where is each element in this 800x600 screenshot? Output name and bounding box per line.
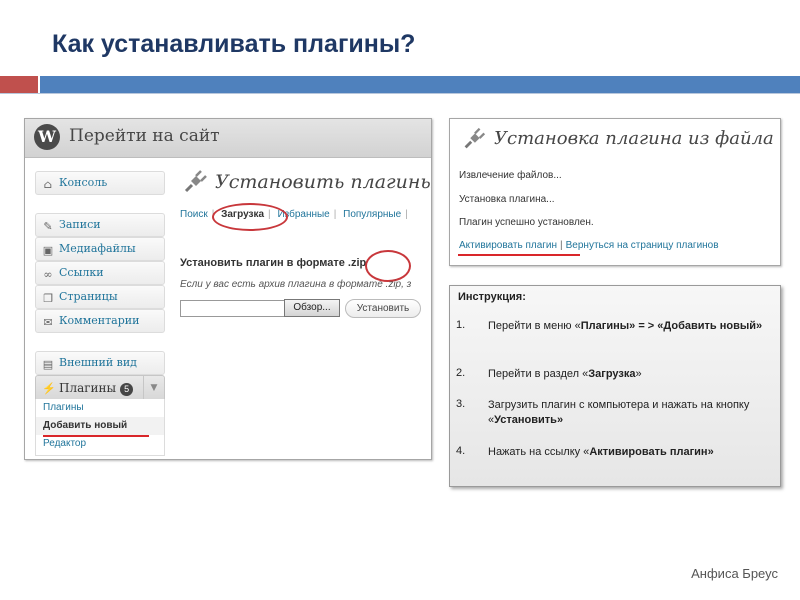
status-line: Плагин успешно установлен.	[459, 217, 594, 228]
page-title: Установить плагины	[215, 171, 432, 193]
tab-popular[interactable]: Популярные	[343, 209, 401, 220]
submenu-item-plugins[interactable]: Плагины	[36, 399, 164, 417]
highlight-underline	[458, 254, 580, 256]
result-links: Активировать плагин | Вернуться на страниц…	[459, 240, 719, 251]
menu-item-label: Ссылки	[59, 266, 104, 279]
step-number: 2.	[456, 367, 466, 379]
browse-button[interactable]: Обзор...	[284, 299, 340, 317]
step-text: Загрузить плагин с компьютера и нажать н…	[488, 399, 750, 426]
comments-icon: ✉	[43, 316, 53, 329]
links-icon: ∞	[43, 268, 53, 281]
title-bar-line	[0, 93, 800, 94]
plugin-icon	[184, 170, 207, 193]
highlight-underline	[43, 435, 149, 437]
media-icon: ▣	[42, 244, 54, 257]
highlight-ring	[212, 203, 288, 231]
instructions-heading: Инструкция:	[458, 291, 526, 303]
install-result-screenshot: Установка плагина из файла Извлечение фа…	[449, 118, 781, 266]
menu-item-label: Медиафайлы	[59, 242, 136, 255]
menu-item-label: Плагины	[59, 381, 117, 395]
step-text: Перейти в раздел «Загрузка»	[488, 368, 642, 380]
menu-item-label: Комментарии	[59, 314, 140, 327]
tab-search[interactable]: Поиск	[180, 209, 208, 220]
step-number: 3.	[456, 398, 466, 410]
appearance-icon: ▤	[42, 358, 54, 371]
menu-item-media[interactable]: ▣ Медиафайлы	[35, 237, 165, 261]
status-line: Установка плагина...	[459, 194, 555, 205]
wp-admin-screenshot: W Перейти на сайт ⌂ Консоль ✎ Записи ▣ Меди…	[24, 118, 432, 460]
wp-admin-header: W Перейти на сайт	[25, 119, 431, 158]
upload-hint: Если у вас есть архив плагина в формате …	[180, 279, 412, 290]
return-to-plugins-link[interactable]: Вернуться на страницу плагинов	[566, 240, 719, 251]
upload-heading: Установить плагин в формате .zip	[180, 257, 367, 269]
menu-item-label: Консоль	[59, 176, 108, 189]
plugin-icon: ⚡	[42, 382, 56, 395]
menu-item-pages[interactable]: ❐ Страницы	[35, 285, 165, 309]
status-line: Извлечение файлов...	[459, 170, 562, 181]
menu-item-console[interactable]: ⌂ Консоль	[35, 171, 165, 195]
plugins-count-badge: 5	[120, 383, 134, 396]
menu-item-appearance[interactable]: ▤ Внешний вид	[35, 351, 165, 375]
step-number: 1.	[456, 319, 466, 331]
instructions-box: Инструкция: 1. Перейти в меню «Плагины» …	[449, 285, 781, 487]
step-number: 4.	[456, 445, 466, 457]
install-button[interactable]: Установить	[345, 299, 421, 318]
step-text: Нажать на ссылку «Активировать плагин»	[488, 446, 714, 458]
menu-item-posts[interactable]: ✎ Записи	[35, 213, 165, 237]
submenu-item-editor[interactable]: Редактор	[36, 435, 164, 453]
step-text: Перейти в меню «Плагины» = > «Добавить н…	[488, 320, 763, 332]
highlight-ring	[365, 250, 411, 282]
author-name: Анфиса Бреус	[691, 566, 778, 581]
pin-icon: ✎	[43, 220, 53, 233]
visit-site-link[interactable]: Перейти на сайт	[69, 126, 220, 146]
wordpress-logo-icon: W	[34, 124, 60, 150]
menu-item-plugins[interactable]: ⚡ Плагины 5 ▼	[35, 375, 165, 401]
link-separator: |	[560, 240, 563, 251]
install-result-title: Установка плагина из файла	[494, 128, 774, 149]
file-path-input[interactable]	[180, 300, 285, 317]
menu-item-label: Внешний вид	[59, 356, 137, 369]
title-bar-red	[0, 76, 38, 93]
slide-title: Как устанавливать плагины?	[52, 30, 416, 58]
submenu-item-add-new[interactable]: Добавить новый	[36, 417, 164, 435]
pages-icon: ❐	[43, 292, 53, 305]
menu-item-label: Записи	[59, 218, 101, 231]
menu-item-label: Страницы	[59, 290, 118, 303]
activate-plugin-link[interactable]: Активировать плагин	[459, 240, 557, 251]
title-bar-blue	[40, 76, 800, 93]
plugin-icon	[464, 127, 486, 149]
menu-item-comments[interactable]: ✉ Комментарии	[35, 309, 165, 333]
dashboard-icon: ⌂	[43, 178, 53, 191]
chevron-down-icon[interactable]: ▼	[143, 376, 164, 400]
plugins-submenu: Плагины Добавить новый Редактор	[35, 399, 165, 456]
menu-item-links[interactable]: ∞ Ссылки	[35, 261, 165, 285]
